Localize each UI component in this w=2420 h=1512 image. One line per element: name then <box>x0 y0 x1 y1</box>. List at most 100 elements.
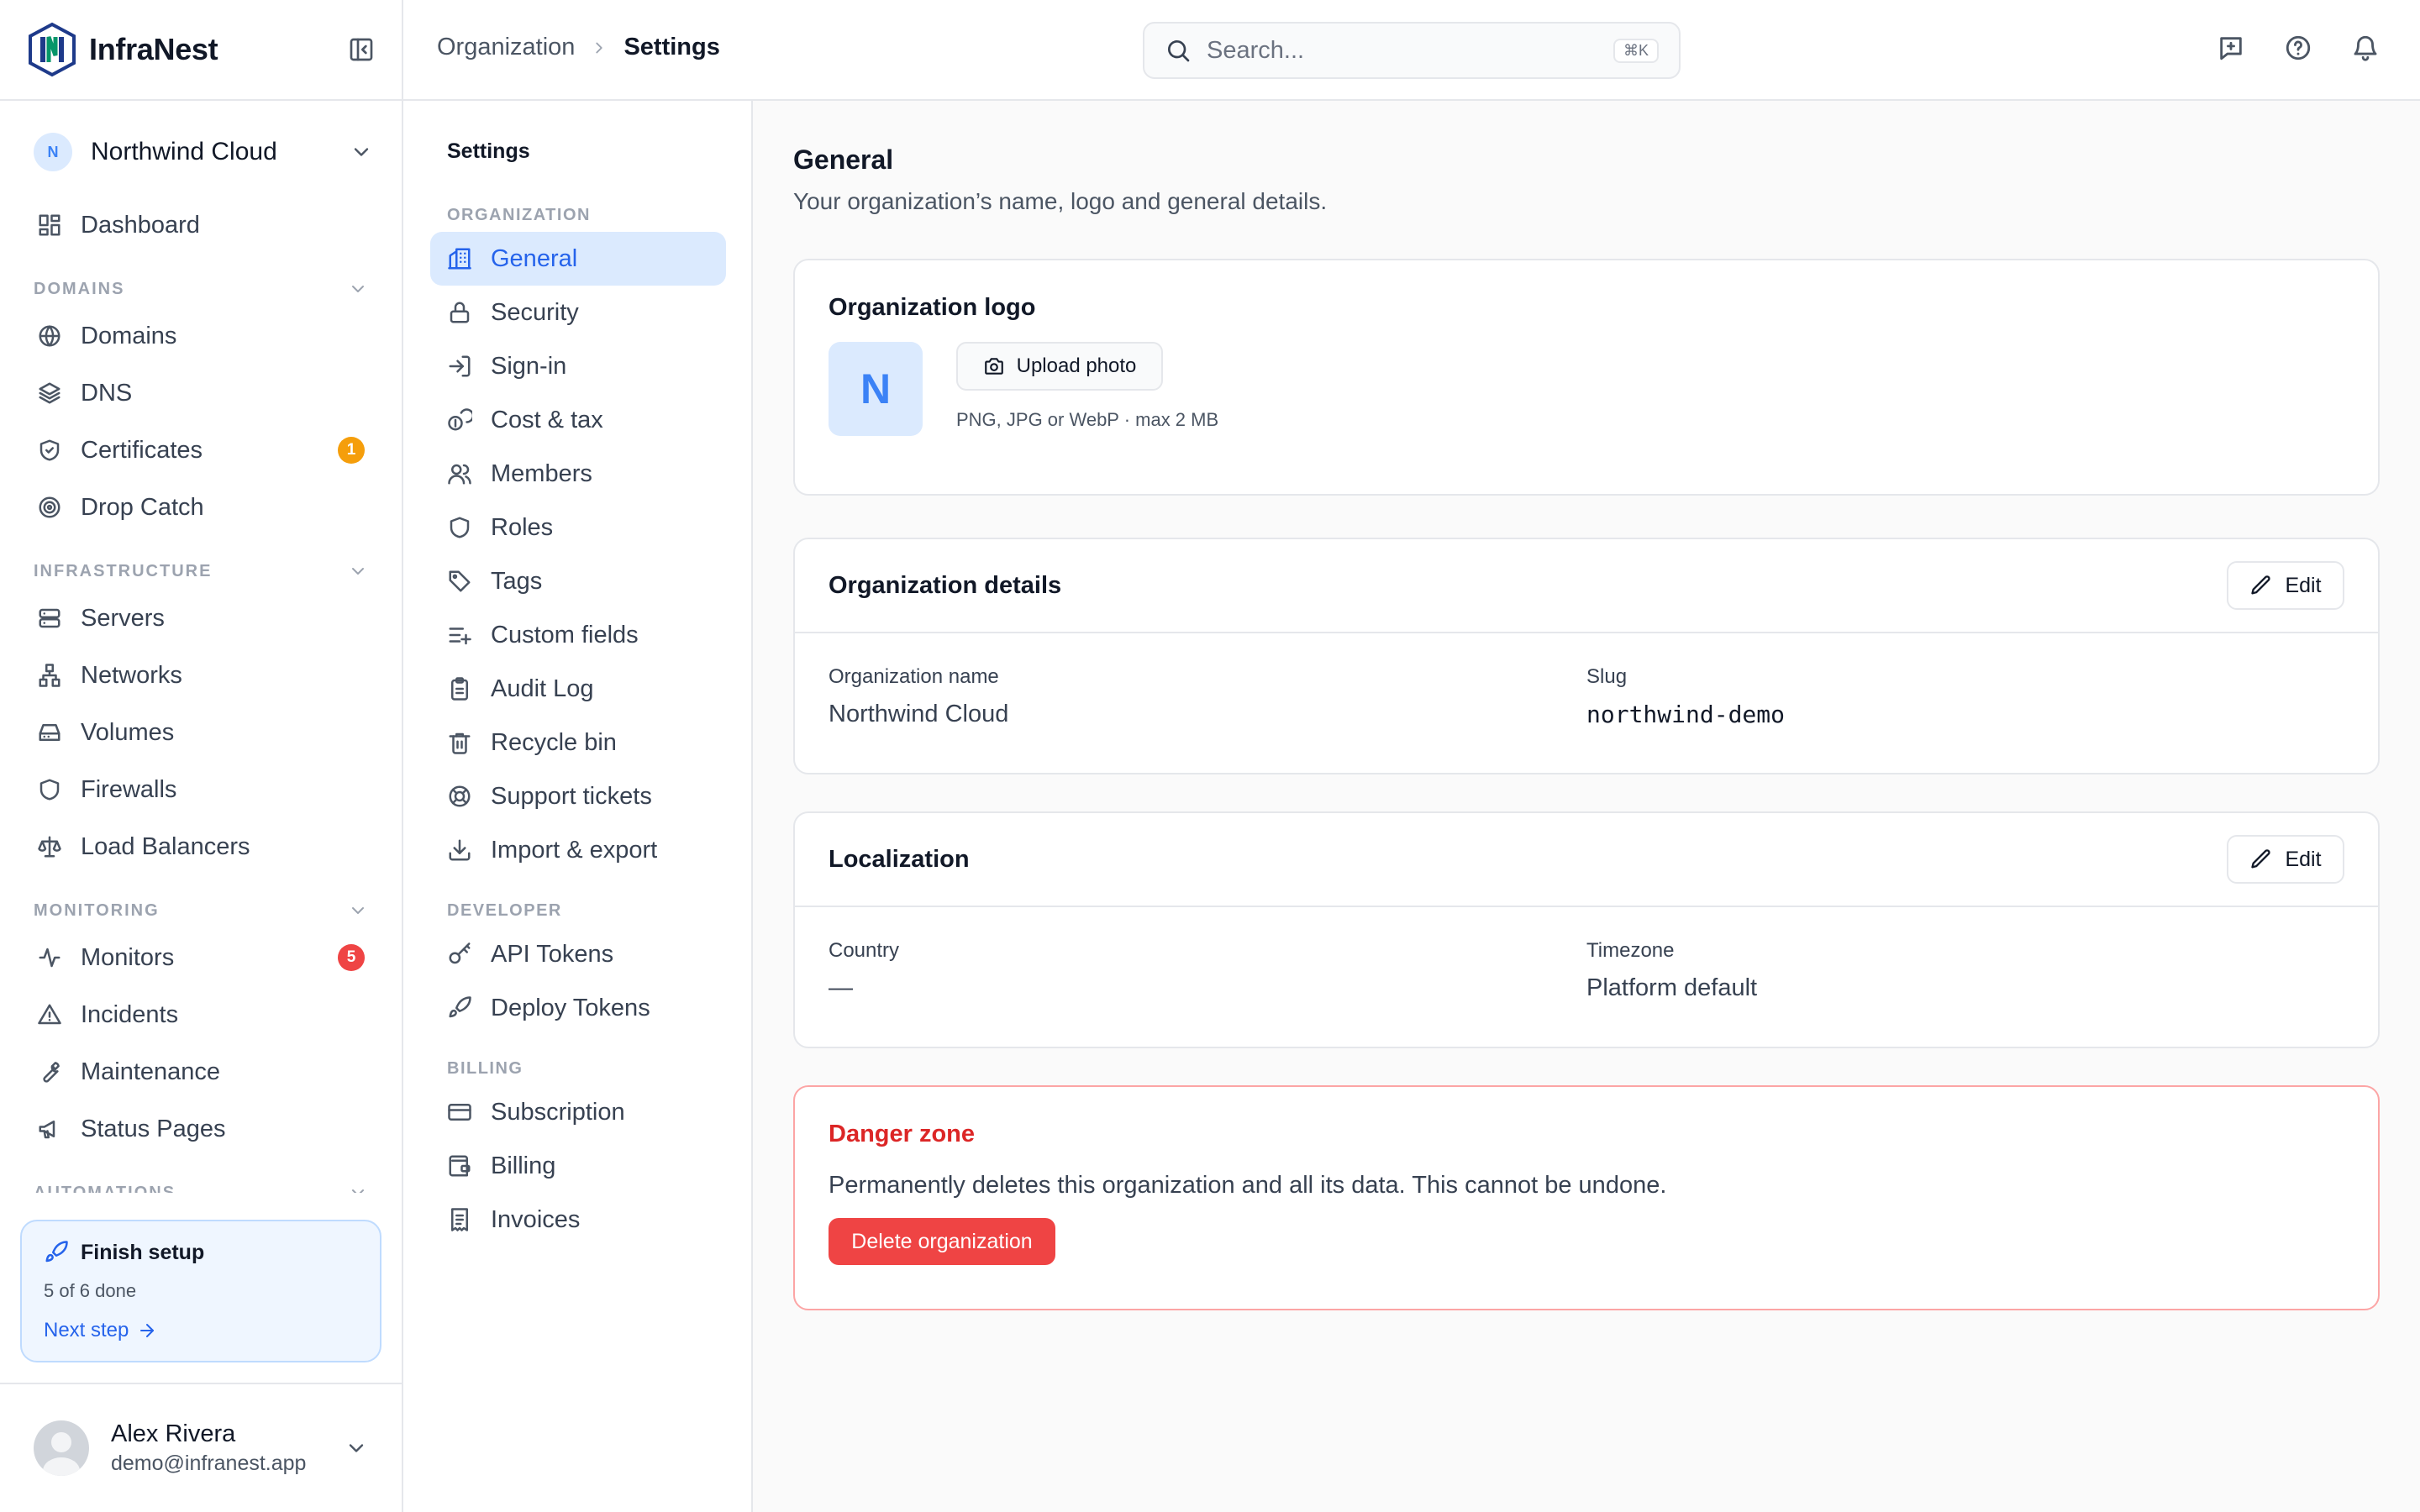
layers-icon <box>39 382 60 404</box>
sidebar-nav: Dashboard DOMAINS Domains DNS Certificat… <box>0 197 402 1193</box>
shield-check-icon <box>39 439 60 461</box>
sidebar-item-maintenance[interactable]: Maintenance <box>0 1043 402 1100</box>
sidebar-section-domains[interactable]: DOMAINS <box>0 264 402 307</box>
settings-item-api-tokens[interactable]: API Tokens <box>430 927 726 981</box>
top-bar: Organization Settings Search... ⌘K <box>403 0 2420 101</box>
settings-item-label: API Tokens <box>491 940 614 968</box>
lock-icon <box>450 302 470 323</box>
user-menu[interactable]: Alex Rivera demo@infranest.app <box>0 1383 402 1512</box>
next-step-label: Next step <box>44 1319 129 1341</box>
sidebar-item-dns[interactable]: DNS <box>0 365 402 422</box>
delete-organization-button[interactable]: Delete organization <box>829 1218 1055 1265</box>
network-icon <box>39 664 60 687</box>
chevron-down-icon <box>349 1444 364 1452</box>
settings-item-cost-tax[interactable]: Cost & tax <box>430 393 726 447</box>
sidebar-item-label: Servers <box>81 604 165 632</box>
upload-photo-button[interactable]: Upload photo <box>956 342 1163 391</box>
camera-icon <box>984 358 1003 375</box>
settings-item-custom-fields[interactable]: Custom fields <box>430 608 726 662</box>
sidebar-collapse-icon[interactable] <box>348 36 375 63</box>
brand-name: InfraNest <box>89 32 218 66</box>
settings-item-label: Roles <box>491 513 554 541</box>
sidebar-item-dashboard[interactable]: Dashboard <box>0 197 402 254</box>
help-icon[interactable] <box>2284 34 2312 62</box>
settings-item-subscription[interactable]: Subscription <box>430 1085 726 1139</box>
settings-item-import-export[interactable]: Import & export <box>430 823 726 877</box>
sidebar-section-infrastructure[interactable]: INFRASTRUCTURE <box>0 546 402 590</box>
sidebar-item-label: Status Pages <box>81 1115 226 1142</box>
sidebar-item-label: Firewalls <box>81 775 177 803</box>
section-title: AUTOMATIONS <box>34 1184 176 1193</box>
field-value: Northwind Cloud <box>829 701 1009 727</box>
sidebar-item-status-pages[interactable]: Status Pages <box>0 1100 402 1158</box>
chevron-down-icon <box>352 907 364 914</box>
settings-item-invoices[interactable]: Invoices <box>430 1193 726 1247</box>
next-step-link[interactable]: Next step <box>44 1319 358 1342</box>
chevron-down-icon <box>352 1189 364 1193</box>
breadcrumb-organization[interactable]: Organization <box>437 34 575 61</box>
settings-nav: Settings ORGANIZATION General Security S… <box>403 101 753 1512</box>
settings-item-roles[interactable]: Roles <box>430 501 726 554</box>
sidebar: InfraNest N Northwind Cloud Dashboard DO… <box>0 0 403 1512</box>
sidebar-item-servers[interactable]: Servers <box>0 590 402 647</box>
sidebar-item-networks[interactable]: Networks <box>0 647 402 704</box>
settings-item-members[interactable]: Members <box>430 447 726 501</box>
setup-progress: 5 of 6 done <box>44 1280 137 1301</box>
settings-item-label: Import & export <box>491 836 658 864</box>
settings-item-recycle-bin[interactable]: Recycle bin <box>430 716 726 769</box>
settings-item-label: Support tickets <box>491 782 652 810</box>
search-input[interactable]: Search... ⌘K <box>1143 22 1681 79</box>
wallet-icon <box>449 1155 471 1177</box>
shield-icon <box>450 517 470 538</box>
settings-item-general[interactable]: General <box>430 232 726 286</box>
sidebar-section-automations[interactable]: AUTOMATIONS <box>0 1168 402 1193</box>
sidebar-item-certificates[interactable]: Certificates 1 <box>0 422 402 479</box>
settings-item-label: Billing <box>491 1152 556 1179</box>
sidebar-item-firewalls[interactable]: Firewalls <box>0 761 402 818</box>
settings-item-billing[interactable]: Billing <box>430 1139 726 1193</box>
log-in-icon <box>449 355 471 377</box>
card-title: Organization details <box>829 571 1062 599</box>
settings-section-title: BILLING <box>447 1058 523 1078</box>
sidebar-item-label: Incidents <box>81 1000 179 1028</box>
edit-localization-button[interactable]: Edit <box>2227 835 2344 884</box>
avatar <box>34 1420 89 1476</box>
org-name: Northwind Cloud <box>91 138 277 165</box>
upload-photo-label: Upload photo <box>1016 354 1137 377</box>
settings-item-audit-log[interactable]: Audit Log <box>430 662 726 716</box>
settings-item-support-tickets[interactable]: Support tickets <box>430 769 726 823</box>
credit-card-icon <box>448 1104 471 1121</box>
country-field: Country — <box>829 939 1586 1002</box>
setup-title: Finish setup <box>81 1240 205 1264</box>
certificates-count-badge: 1 <box>338 437 365 464</box>
sidebar-section-monitoring[interactable]: MONITORING <box>0 885 402 929</box>
org-switcher[interactable]: N Northwind Cloud <box>34 133 373 171</box>
search-placeholder: Search... <box>1207 36 1305 64</box>
organization-logo-card: Organization logo N Upload photo PNG, JP… <box>793 259 2380 496</box>
sidebar-item-monitors[interactable]: Monitors 5 <box>0 929 402 986</box>
main-content: General Your organization’s name, logo a… <box>755 101 2420 1512</box>
organization-name-field: Organization name Northwind Cloud <box>829 665 1586 728</box>
settings-item-deploy-tokens[interactable]: Deploy Tokens <box>430 981 726 1035</box>
settings-section-title: DEVELOPER <box>447 900 562 920</box>
settings-item-security[interactable]: Security <box>430 286 726 339</box>
settings-item-tags[interactable]: Tags <box>430 554 726 608</box>
edit-details-button[interactable]: Edit <box>2227 561 2344 610</box>
sidebar-item-drop-catch[interactable]: Drop Catch <box>0 479 402 536</box>
sidebar-item-domains[interactable]: Domains <box>0 307 402 365</box>
organization-details-card: Organization details Edit Organization n… <box>793 538 2380 774</box>
arrow-right-icon <box>140 1324 155 1337</box>
slug-field: Slug northwind-demo <box>1586 665 2344 728</box>
chevron-down-icon <box>354 148 369 156</box>
sidebar-item-incidents[interactable]: Incidents <box>0 986 402 1043</box>
feedback-icon[interactable] <box>2217 34 2245 62</box>
globe-icon <box>39 325 60 347</box>
sidebar-item-load-balancers[interactable]: Load Balancers <box>0 818 402 875</box>
breadcrumb: Organization Settings <box>437 34 720 61</box>
section-title: MONITORING <box>34 901 160 920</box>
settings-item-sign-in[interactable]: Sign-in <box>430 339 726 393</box>
bell-icon[interactable] <box>2351 34 2380 62</box>
sidebar-item-label: Networks <box>81 661 182 689</box>
list-plus-icon <box>449 627 471 645</box>
sidebar-item-volumes[interactable]: Volumes <box>0 704 402 761</box>
